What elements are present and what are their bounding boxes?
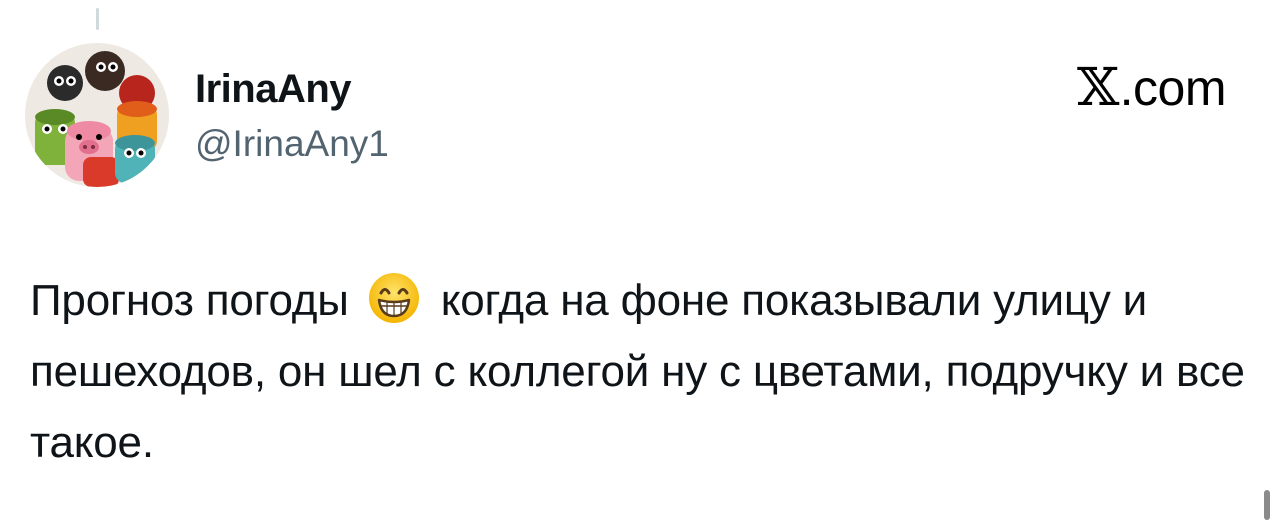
tweet-text-part-1: Прогноз погоды: [30, 276, 349, 325]
author-info[interactable]: IrinaAny @IrinaAny1: [195, 66, 389, 166]
brand-domain-suffix: .com: [1119, 60, 1227, 116]
avatar[interactable]: [25, 43, 169, 187]
author-display-name[interactable]: IrinaAny: [195, 66, 389, 112]
scrollbar-thumb[interactable]: [1264, 490, 1270, 520]
grinning-face-emoji-icon: [368, 273, 419, 323]
tweet-body: Прогноз погоды когда на фоне показывали …: [30, 265, 1250, 478]
crochet-toys-avatar-icon: [25, 43, 169, 187]
tweet-screenshot: IrinaAny @IrinaAny1 𝕏 .com Прогноз погоды…: [0, 0, 1284, 521]
x-com-logo: 𝕏 .com: [1076, 58, 1227, 118]
x-logo-icon: 𝕏: [1076, 58, 1119, 118]
author-handle[interactable]: @IrinaAny1: [195, 122, 389, 166]
thread-connector: [96, 8, 99, 30]
